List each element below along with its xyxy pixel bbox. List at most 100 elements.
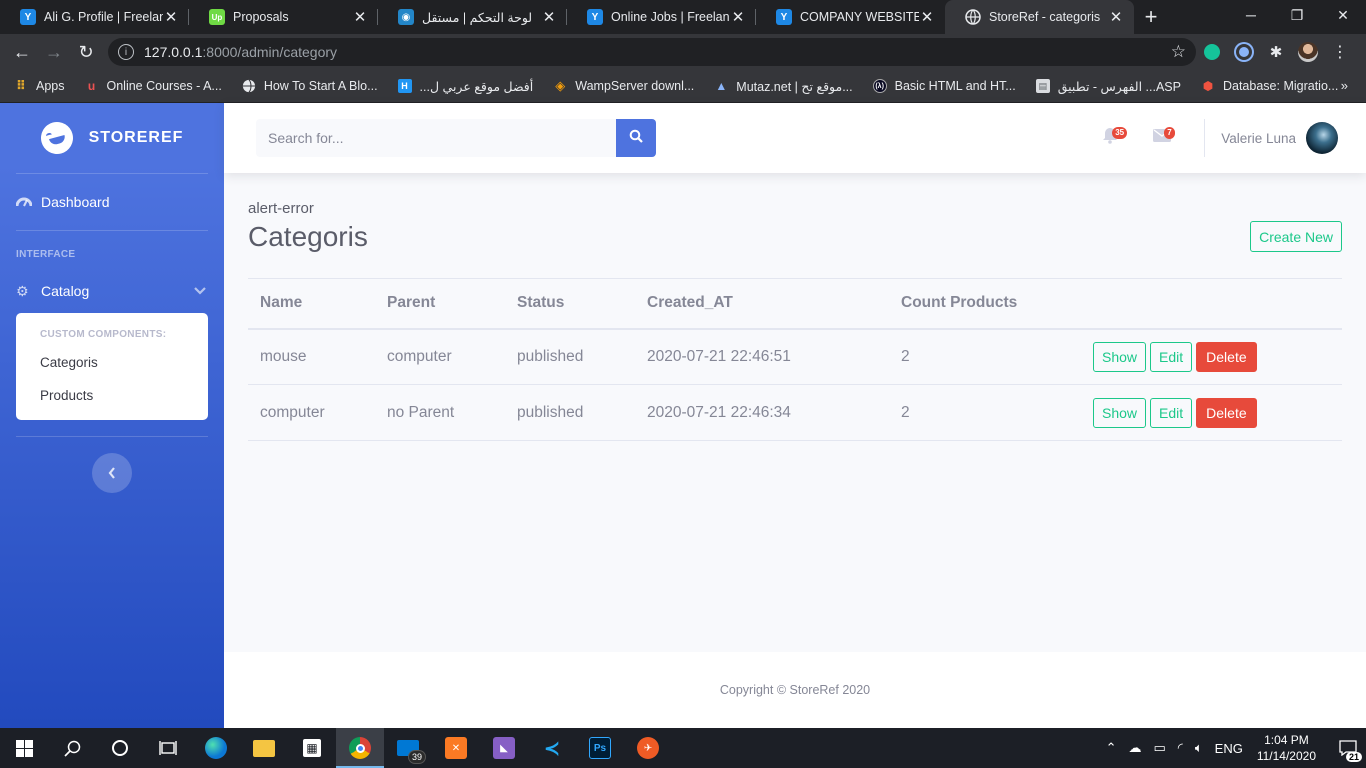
bookmark-item[interactable]: ⬢ Database: Migratio...: [1201, 79, 1339, 93]
cell-created-at: 2020-07-21 22:46:51: [635, 328, 889, 385]
vscode-icon[interactable]: ≺: [528, 728, 576, 768]
close-window-icon[interactable]: ✕: [1320, 0, 1366, 30]
sidebar-item-dashboard[interactable]: Dashboard: [0, 174, 224, 230]
messages-dropdown[interactable]: 7: [1136, 103, 1188, 173]
extensions-puzzle-icon[interactable]: ✱: [1260, 36, 1292, 68]
laugh-wink-icon: [36, 118, 77, 158]
tab-title: Proposals: [233, 10, 289, 24]
back-icon[interactable]: ←: [6, 36, 38, 68]
visual-studio-icon[interactable]: ◣: [480, 728, 528, 768]
windows-start-icon[interactable]: [0, 728, 48, 768]
categories-table: Name Parent Status Created_AT Count Prod…: [248, 278, 1342, 441]
search-button[interactable]: [616, 119, 656, 157]
cell-name: computer: [248, 384, 375, 441]
mail-icon[interactable]: 39: [384, 728, 432, 768]
search-form: [256, 119, 656, 157]
file-explorer-icon[interactable]: [240, 728, 288, 768]
freelancer-icon: Y: [587, 9, 603, 25]
search-input[interactable]: [256, 119, 616, 157]
show-button[interactable]: Show: [1093, 397, 1147, 428]
more-bookmarks-icon[interactable]: »: [1341, 78, 1348, 93]
alert-message: alert-error: [248, 200, 314, 217]
minimize-icon[interactable]: ─: [1228, 0, 1274, 30]
browser-tab-active[interactable]: StoreRef - categoris ✕: [945, 0, 1134, 34]
close-tab-icon[interactable]: ✕: [541, 8, 557, 26]
delete-button[interactable]: Delete: [1196, 341, 1257, 372]
create-new-button[interactable]: Create New: [1250, 221, 1342, 252]
bookmark-item[interactable]: How To Start A Blo...: [242, 79, 378, 93]
postman-icon[interactable]: ✈: [624, 728, 672, 768]
close-tab-icon[interactable]: ✕: [352, 8, 368, 26]
browser-tab[interactable]: ◉ لوحة التحكم | مستقل ✕: [378, 0, 567, 34]
menu-kebab-icon[interactable]: ⋮: [1324, 36, 1356, 68]
bookmark-item[interactable]: u Online Courses - A...: [85, 79, 222, 93]
bookmark-item[interactable]: ⠿ Apps: [14, 78, 65, 93]
copyright-text: Copyright © StoreRef 2020: [719, 683, 871, 697]
cell-actions: Show Edit Delete: [1081, 384, 1342, 441]
battery-icon[interactable]: ▭: [1154, 740, 1166, 756]
chevron-up-icon[interactable]: ⌃: [1106, 740, 1117, 756]
grammarly-icon[interactable]: [1196, 36, 1228, 68]
bookmark-label: WampServer downl...: [575, 79, 695, 93]
task-view-icon[interactable]: [144, 728, 192, 768]
browser-tab[interactable]: Up Proposals ✕: [189, 0, 378, 34]
address-bar[interactable]: i 127.0.0.1:8000/admin/category ☆: [108, 38, 1196, 66]
apps-grid-icon: ⠿: [15, 78, 27, 93]
avatar: [1306, 122, 1338, 154]
close-tab-icon[interactable]: ✕: [163, 8, 179, 26]
user-dropdown[interactable]: Valerie Luna: [1221, 122, 1338, 154]
xampp-icon[interactable]: ✕: [432, 728, 480, 768]
cell-parent: computer: [375, 328, 505, 385]
browser-tab[interactable]: Y Online Jobs | Freelancer ✕: [567, 0, 756, 34]
browser-tab[interactable]: Y COMPANY WEBSITE | Freelancer ✕: [756, 0, 945, 34]
bookmark-item[interactable]: (λ) Basic HTML and HT...: [872, 79, 1016, 93]
tab-title: لوحة التحكم | مستقل: [422, 10, 533, 25]
close-tab-icon[interactable]: ✕: [730, 8, 746, 26]
edge-icon[interactable]: [192, 728, 240, 768]
sidebar-item-catalog[interactable]: ⚙ Catalog: [0, 269, 224, 313]
show-button[interactable]: Show: [1093, 341, 1147, 372]
submenu-item-categoris[interactable]: Categoris: [16, 346, 208, 379]
site-info-icon[interactable]: i: [118, 44, 134, 60]
column-header: Parent: [375, 278, 505, 330]
reload-icon[interactable]: ↻: [70, 36, 102, 68]
extension-circle-icon[interactable]: [1228, 36, 1260, 68]
wifi-icon[interactable]: ◜: [1178, 740, 1183, 756]
url-path: :8000/admin/category: [202, 44, 338, 60]
onedrive-cloud-icon[interactable]: ☁: [1129, 740, 1142, 756]
profile-avatar[interactable]: [1292, 36, 1324, 68]
forward-icon[interactable]: →: [38, 36, 70, 68]
submenu-item-products[interactable]: Products: [16, 379, 208, 412]
bookmark-item[interactable]: H أفضل موقع عربي ل...: [397, 79, 533, 94]
edit-button[interactable]: Edit: [1150, 341, 1193, 372]
delete-button[interactable]: Delete: [1196, 397, 1257, 428]
language-indicator[interactable]: ENG: [1215, 741, 1243, 756]
bookmark-item[interactable]: ▤ الفهرس - تطبيق ...ASP: [1035, 79, 1181, 94]
restore-icon[interactable]: ❐: [1274, 0, 1320, 30]
bookmark-star-icon[interactable]: ☆: [1171, 42, 1186, 62]
action-center-icon[interactable]: 21: [1330, 728, 1366, 768]
bookmark-item[interactable]: ◈ WampServer downl...: [553, 78, 695, 93]
browser-tab[interactable]: Y Ali G. Profile | Freelancer ✕: [0, 0, 189, 34]
cortana-icon[interactable]: [96, 728, 144, 768]
search-icon[interactable]: [48, 728, 96, 768]
chrome-icon[interactable]: [336, 728, 384, 768]
cell-status: published: [505, 328, 635, 385]
cell-actions: Show Edit Delete: [1081, 328, 1342, 385]
tab-title: COMPANY WEBSITE | Freelancer: [800, 10, 919, 24]
sidebar-toggle-button[interactable]: [92, 453, 132, 493]
bookmark-item[interactable]: ▲ Mutaz.net | موقع تح...: [714, 79, 852, 94]
freecodecamp-icon: (λ): [872, 79, 887, 93]
sidebar-brand[interactable]: STOREREF: [0, 103, 224, 173]
close-tab-icon[interactable]: ✕: [1108, 8, 1124, 26]
alerts-dropdown[interactable]: 35: [1084, 103, 1136, 173]
clock[interactable]: 1:04 PM 11/14/2020: [1257, 732, 1316, 764]
bookmarks-bar: ⠿ Apps u Online Courses - A... How To St…: [0, 70, 1366, 103]
new-tab-button[interactable]: +: [1134, 0, 1168, 34]
store-icon[interactable]: ▦: [288, 728, 336, 768]
close-tab-icon[interactable]: ✕: [919, 8, 935, 26]
bookmark-label: Basic HTML and HT...: [894, 79, 1016, 93]
photoshop-icon[interactable]: Ps: [576, 728, 624, 768]
edit-button[interactable]: Edit: [1150, 397, 1193, 428]
volume-icon[interactable]: 🔈︎: [1195, 740, 1203, 756]
